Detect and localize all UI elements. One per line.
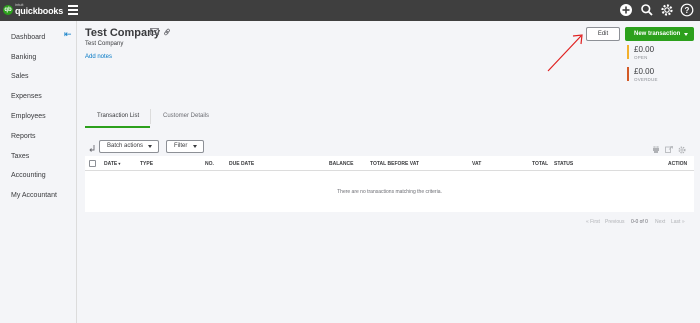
top-bar: qb intuit quickbooks ? xyxy=(0,0,700,21)
pagination-first[interactable]: « First xyxy=(586,219,600,225)
logo-brand-text: quickbooks xyxy=(15,6,64,16)
new-transaction-label: New transaction xyxy=(634,31,681,37)
hamburger-menu-icon[interactable] xyxy=(68,5,78,15)
email-icon[interactable] xyxy=(150,28,159,35)
column-header-status[interactable]: STATUS xyxy=(554,161,573,167)
open-status-bar xyxy=(627,45,629,59)
gear-icon[interactable] xyxy=(660,3,674,17)
settings-gear-icon[interactable] xyxy=(678,146,686,154)
column-header-date[interactable]: DATE ▾ xyxy=(104,161,120,167)
empty-table-message: There are no transactions matching the c… xyxy=(337,189,442,195)
pagination-previous[interactable]: Previous xyxy=(605,219,624,225)
new-transaction-button[interactable]: New transaction xyxy=(625,27,694,41)
open-label: OPEN xyxy=(634,55,648,60)
sidebar-item-banking[interactable]: Banking xyxy=(11,54,36,61)
quickbooks-logo[interactable]: qb intuit quickbooks xyxy=(3,3,63,16)
overdue-amount: £0.00 xyxy=(634,67,655,76)
link-icon[interactable] xyxy=(163,28,171,36)
add-notes-link[interactable]: Add notes xyxy=(85,54,112,60)
column-header-action: ACTION xyxy=(668,161,688,167)
table-header-row: DATE ▾ TYPE NO. DUE DATE BALANCE TOTAL B… xyxy=(85,156,694,171)
qb-logo-icon: qb xyxy=(3,4,13,15)
pagination-next[interactable]: Next xyxy=(655,219,665,225)
overdue-label: OVERDUE xyxy=(634,77,658,82)
print-icon[interactable] xyxy=(652,146,660,153)
pagination-count: 0-0 of 0 xyxy=(631,219,648,225)
collapse-sidebar-icon[interactable]: ⇤ xyxy=(64,29,72,40)
tab-transaction-list[interactable]: Transaction List xyxy=(97,113,139,119)
svg-text:?: ? xyxy=(685,6,690,15)
open-amount: £0.00 xyxy=(634,45,655,54)
tab-divider xyxy=(150,109,151,124)
select-all-checkbox[interactable] xyxy=(89,160,96,167)
sidebar-nav: ⇤ Dashboard Banking Sales Expenses Emplo… xyxy=(0,21,77,323)
filter-label: Filter xyxy=(174,143,188,149)
column-header-vat[interactable]: VAT xyxy=(472,161,481,167)
tab-customer-details[interactable]: Customer Details xyxy=(163,113,209,119)
transactions-table: DATE ▾ TYPE NO. DUE DATE BALANCE TOTAL B… xyxy=(85,156,694,212)
help-icon[interactable]: ? xyxy=(680,3,694,17)
column-header-type[interactable]: TYPE xyxy=(140,161,153,167)
filter-button[interactable]: Filter xyxy=(166,140,204,153)
annotation-arrow-icon xyxy=(547,34,583,72)
plus-circle-icon[interactable] xyxy=(619,3,633,17)
overdue-status-bar xyxy=(627,67,629,81)
edit-button[interactable]: Edit xyxy=(586,27,620,41)
sidebar-item-dashboard[interactable]: Dashboard xyxy=(11,34,45,41)
column-header-balance[interactable]: BALANCE xyxy=(329,161,353,167)
chevron-down-icon xyxy=(148,145,152,148)
sidebar-item-taxes[interactable]: Taxes xyxy=(11,153,29,160)
export-icon[interactable] xyxy=(665,146,673,153)
pagination-last[interactable]: Last » xyxy=(671,219,685,225)
sort-caret-icon: ▾ xyxy=(117,161,121,166)
sidebar-item-reports[interactable]: Reports xyxy=(11,133,36,140)
sidebar-item-my-accountant[interactable]: My Accountant xyxy=(11,192,57,199)
column-header-no[interactable]: NO. xyxy=(205,161,214,167)
sidebar-item-accounting[interactable]: Accounting xyxy=(11,172,46,179)
column-header-due-date[interactable]: DUE DATE xyxy=(229,161,254,167)
search-icon[interactable] xyxy=(640,3,654,17)
column-header-total[interactable]: TOTAL xyxy=(532,161,548,167)
column-header-total-before-vat[interactable]: TOTAL BEFORE VAT xyxy=(370,161,419,167)
page-title: Test Company xyxy=(85,27,160,39)
arrow-down-left-icon[interactable] xyxy=(88,144,96,152)
company-subtitle: Test Company xyxy=(85,41,124,47)
batch-actions-label: Batch actions xyxy=(107,143,144,149)
sidebar-item-sales[interactable]: Sales xyxy=(11,73,29,80)
sidebar-item-expenses[interactable]: Expenses xyxy=(11,93,42,100)
sidebar-item-employees[interactable]: Employees xyxy=(11,113,46,120)
chevron-down-icon xyxy=(193,145,197,148)
chevron-down-icon xyxy=(684,33,688,36)
active-tab-indicator xyxy=(85,126,150,128)
batch-actions-button[interactable]: Batch actions xyxy=(99,140,159,153)
